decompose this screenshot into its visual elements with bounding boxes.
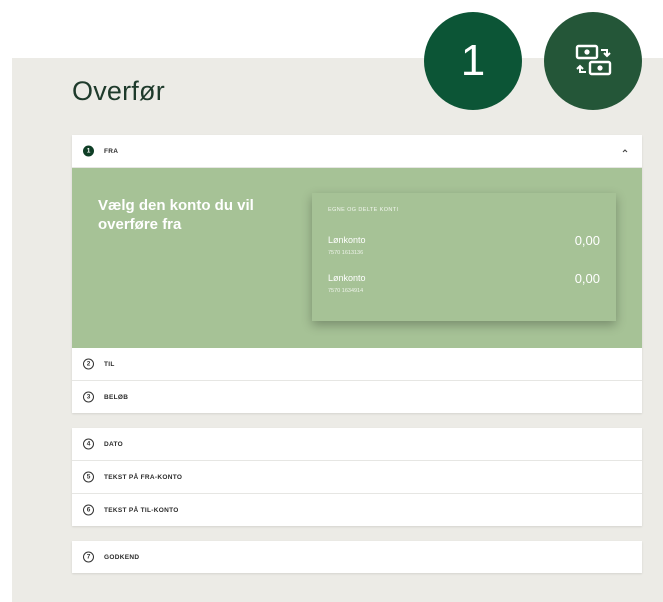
step-godkend[interactable]: 7 GODKEND	[72, 541, 642, 573]
step-dato[interactable]: 4 DATO	[72, 428, 642, 461]
account-item[interactable]: Lønkonto 7570 1613136 0,00	[328, 233, 600, 265]
fra-account-section: Vælg den konto du vil overføre fra EGNE …	[72, 168, 642, 348]
step-indicator: 4	[83, 438, 94, 450]
step-indicator: 5	[83, 471, 94, 483]
account-name: Lønkonto	[328, 273, 366, 283]
step-number-badge: 1	[424, 12, 522, 110]
page-title: Overfør	[72, 76, 165, 106]
step-til[interactable]: 2 TIL	[72, 348, 642, 381]
chevron-up-icon[interactable]	[620, 146, 630, 156]
step-number: 1	[460, 36, 486, 85]
money-transfer-icon	[544, 12, 642, 110]
account-item[interactable]: Lønkonto 7570 1634914 0,00	[328, 271, 600, 303]
step-indicator: 3	[83, 391, 94, 403]
transfer-steps-card-1: 1 FRA Vælg den konto du vil overføre fra…	[72, 135, 642, 413]
step-indicator: 1	[83, 145, 94, 157]
step-indicator: 6	[83, 504, 94, 516]
fra-prompt: Vælg den konto du vil overføre fra	[98, 197, 254, 233]
step-label: TIL	[104, 360, 115, 368]
account-balance: 0,00	[574, 271, 600, 286]
transfer-steps-card-3: 7 GODKEND	[72, 541, 642, 573]
step-label: TEKST PÅ TIL-KONTO	[104, 506, 179, 514]
account-name: Lønkonto	[328, 235, 366, 245]
account-list-header: EGNE OG DELTE KONTI	[328, 207, 399, 213]
money-transfer-icon-graphic	[575, 44, 612, 76]
step-label: FRA	[104, 147, 119, 155]
step-label: BELØB	[104, 393, 129, 401]
step-label: GODKEND	[104, 553, 140, 561]
step-tekst-til-konto[interactable]: 6 TEKST PÅ TIL-KONTO	[72, 494, 642, 526]
account-list: EGNE OG DELTE KONTI Lønkonto 7570 161313…	[312, 193, 616, 321]
step-beloeb[interactable]: 3 BELØB	[72, 381, 642, 413]
step-tekst-fra-konto[interactable]: 5 TEKST PÅ FRA-KONTO	[72, 461, 642, 494]
step-indicator: 7	[83, 551, 94, 563]
transfer-steps-card-2: 4 DATO 5 TEKST PÅ FRA-KONTO 6 TEKST PÅ T…	[72, 428, 642, 526]
step-indicator: 2	[83, 358, 94, 370]
account-number: 7570 1634914	[328, 288, 364, 294]
account-number: 7570 1613136	[328, 250, 364, 256]
step-fra-header[interactable]: 1 FRA	[72, 135, 642, 168]
step-label: DATO	[104, 440, 124, 448]
account-balance: 0,00	[574, 233, 600, 248]
step-label: TEKST PÅ FRA-KONTO	[104, 473, 183, 481]
